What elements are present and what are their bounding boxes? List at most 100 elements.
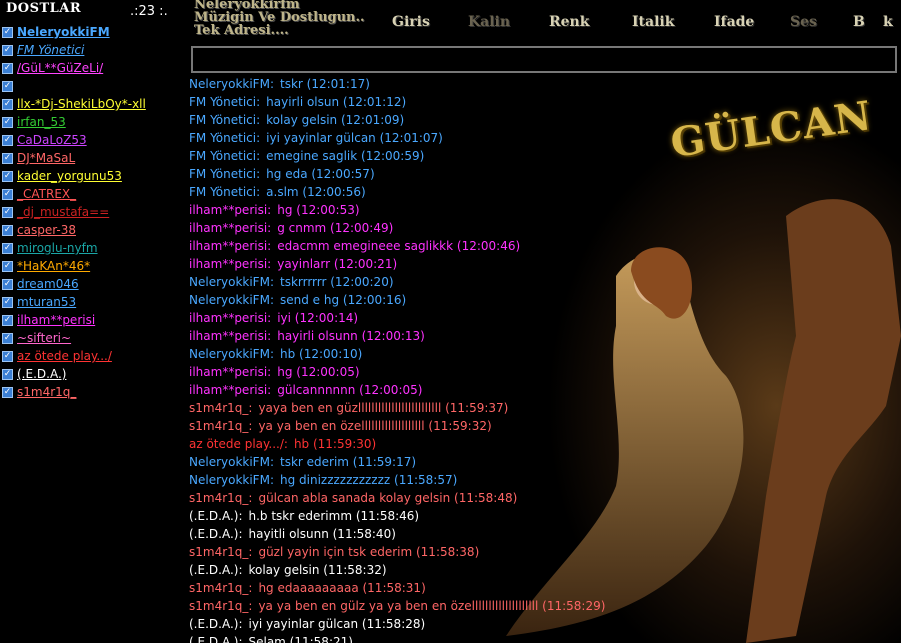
emoticon-button[interactable]: Ifade (714, 14, 754, 30)
message-nick[interactable]: az ötede play.../: (189, 437, 288, 451)
user-checkbox[interactable]: ✓ (2, 333, 13, 344)
user-name[interactable]: irfan_53 (17, 114, 66, 130)
user-name[interactable]: llx-*Dj-ShekiLbOy*-xll (17, 96, 146, 112)
message-nick[interactable]: (.E.D.A.): (189, 635, 242, 643)
message-nick[interactable]: FM Yönetici: (189, 167, 260, 181)
user-list-item[interactable]: ✓ (0, 78, 186, 96)
message-nick[interactable]: NeleryokkiFM: (189, 77, 274, 91)
user-list-item[interactable]: ✓ ~sifteri~ (0, 330, 186, 348)
user-name[interactable]: mturan53 (17, 294, 76, 310)
message-nick[interactable]: s1m4r1q_: (189, 401, 252, 415)
message-nick[interactable]: (.E.D.A.): (189, 527, 242, 541)
k-button[interactable]: k (883, 14, 893, 30)
user-checkbox[interactable]: ✓ (2, 63, 13, 74)
message-nick[interactable]: ilham**perisi: (189, 221, 271, 235)
user-name[interactable]: FM Yönetici (17, 42, 84, 58)
user-checkbox[interactable]: ✓ (2, 117, 13, 128)
user-list-item[interactable]: ✓ FM Yönetici (0, 42, 186, 60)
user-name[interactable]: *HaKAn*46* (17, 258, 90, 274)
bold-button[interactable]: Kalin (468, 14, 510, 30)
message-nick[interactable]: ilham**perisi: (189, 257, 271, 271)
user-checkbox[interactable]: ✓ (2, 351, 13, 362)
user-list-item[interactable]: ✓ NeleryokkiFM (0, 24, 186, 42)
user-checkbox[interactable]: ✓ (2, 99, 13, 110)
user-name[interactable]: _CATREX_ (17, 186, 76, 202)
user-list-item[interactable]: ✓ *HaKAn*46* (0, 258, 186, 276)
user-name[interactable]: DJ*MaSaL (17, 150, 75, 166)
message-nick[interactable]: FM Yönetici: (189, 113, 260, 127)
message-nick[interactable]: NeleryokkiFM: (189, 293, 274, 307)
user-name[interactable]: CaDaLoZ53 (17, 132, 87, 148)
message-nick[interactable]: NeleryokkiFM: (189, 455, 274, 469)
user-name[interactable]: az ötede play.../ (17, 348, 112, 364)
user-checkbox[interactable]: ✓ (2, 135, 13, 146)
message-nick[interactable]: FM Yönetici: (189, 149, 260, 163)
giris-button[interactable]: Giris (392, 14, 430, 30)
message-input[interactable] (191, 46, 897, 73)
message-nick[interactable]: ilham**perisi: (189, 329, 271, 343)
user-checkbox[interactable]: ✓ (2, 189, 13, 200)
user-checkbox[interactable]: ✓ (2, 279, 13, 290)
message-nick[interactable]: ilham**perisi: (189, 311, 271, 325)
user-list-item[interactable]: ✓ kader_yorgunu53 (0, 168, 186, 186)
user-name[interactable]: ~sifteri~ (17, 330, 71, 346)
user-checkbox[interactable]: ✓ (2, 243, 13, 254)
message-nick[interactable]: s1m4r1q_: (189, 581, 252, 595)
user-checkbox[interactable]: ✓ (2, 153, 13, 164)
user-checkbox[interactable]: ✓ (2, 315, 13, 326)
user-name[interactable]: (.E.D.A.) (17, 366, 66, 382)
message-nick[interactable]: FM Yönetici: (189, 95, 260, 109)
user-checkbox[interactable]: ✓ (2, 27, 13, 38)
user-list-item[interactable]: ✓ llx-*Dj-ShekiLbOy*-xll (0, 96, 186, 114)
user-checkbox[interactable]: ✓ (2, 261, 13, 272)
user-list-item[interactable]: ✓ (.E.D.A.) (0, 366, 186, 384)
user-list-item[interactable]: ✓ ilham**perisi (0, 312, 186, 330)
user-name[interactable]: dream046 (17, 276, 79, 292)
user-checkbox[interactable]: ✓ (2, 387, 13, 398)
user-list-item[interactable]: ✓ mturan53 (0, 294, 186, 312)
color-button[interactable]: Renk (549, 14, 589, 30)
message-nick[interactable]: (.E.D.A.): (189, 509, 242, 523)
user-name[interactable]: /GüL**GüZeLi/ (17, 60, 103, 76)
user-list-item[interactable]: ✓ irfan_53 (0, 114, 186, 132)
message-nick[interactable]: ilham**perisi: (189, 383, 271, 397)
message-nick[interactable]: FM Yönetici: (189, 131, 260, 145)
message-nick[interactable]: NeleryokkiFM: (189, 347, 274, 361)
user-name[interactable]: miroglu-nyfm (17, 240, 98, 256)
message-nick[interactable]: s1m4r1q_: (189, 545, 252, 559)
message-nick[interactable]: FM Yönetici: (189, 185, 260, 199)
user-name[interactable]: casper-38 (17, 222, 76, 238)
user-list-item[interactable]: ✓ dream046 (0, 276, 186, 294)
user-name[interactable]: ilham**perisi (17, 312, 95, 328)
user-checkbox[interactable]: ✓ (2, 369, 13, 380)
user-checkbox[interactable]: ✓ (2, 225, 13, 236)
message-nick[interactable]: (.E.D.A.): (189, 563, 242, 577)
sound-button[interactable]: Ses (790, 14, 817, 30)
message-nick[interactable]: s1m4r1q_: (189, 599, 252, 613)
message-nick[interactable]: (.E.D.A.): (189, 617, 242, 631)
user-list-item[interactable]: ✓ /GüL**GüZeLi/ (0, 60, 186, 78)
user-list-item[interactable]: ✓ CaDaLoZ53 (0, 132, 186, 150)
user-list-item[interactable]: ✓ s1m4r1q_ (0, 384, 186, 402)
user-name[interactable]: NeleryokkiFM (17, 24, 110, 40)
user-checkbox[interactable]: ✓ (2, 45, 13, 56)
user-list-item[interactable]: ✓ casper-38 (0, 222, 186, 240)
message-nick[interactable]: s1m4r1q_: (189, 419, 252, 433)
user-list-item[interactable]: ✓ az ötede play.../ (0, 348, 186, 366)
user-list-item[interactable]: ✓ _CATREX_ (0, 186, 186, 204)
user-list-item[interactable]: ✓ _dj_mustafa== (0, 204, 186, 222)
message-nick[interactable]: ilham**perisi: (189, 239, 271, 253)
message-nick[interactable]: ilham**perisi: (189, 365, 271, 379)
b-button[interactable]: B (853, 14, 865, 30)
user-checkbox[interactable]: ✓ (2, 297, 13, 308)
message-nick[interactable]: s1m4r1q_: (189, 491, 252, 505)
user-name[interactable]: s1m4r1q_ (17, 384, 76, 400)
message-nick[interactable]: NeleryokkiFM: (189, 275, 274, 289)
user-list-item[interactable]: ✓ miroglu-nyfm (0, 240, 186, 258)
user-name[interactable]: _dj_mustafa== (17, 204, 109, 220)
user-name[interactable]: kader_yorgunu53 (17, 168, 122, 184)
user-checkbox[interactable]: ✓ (2, 207, 13, 218)
user-checkbox[interactable]: ✓ (2, 81, 13, 92)
message-nick[interactable]: ilham**perisi: (189, 203, 271, 217)
user-list-item[interactable]: ✓ DJ*MaSaL (0, 150, 186, 168)
